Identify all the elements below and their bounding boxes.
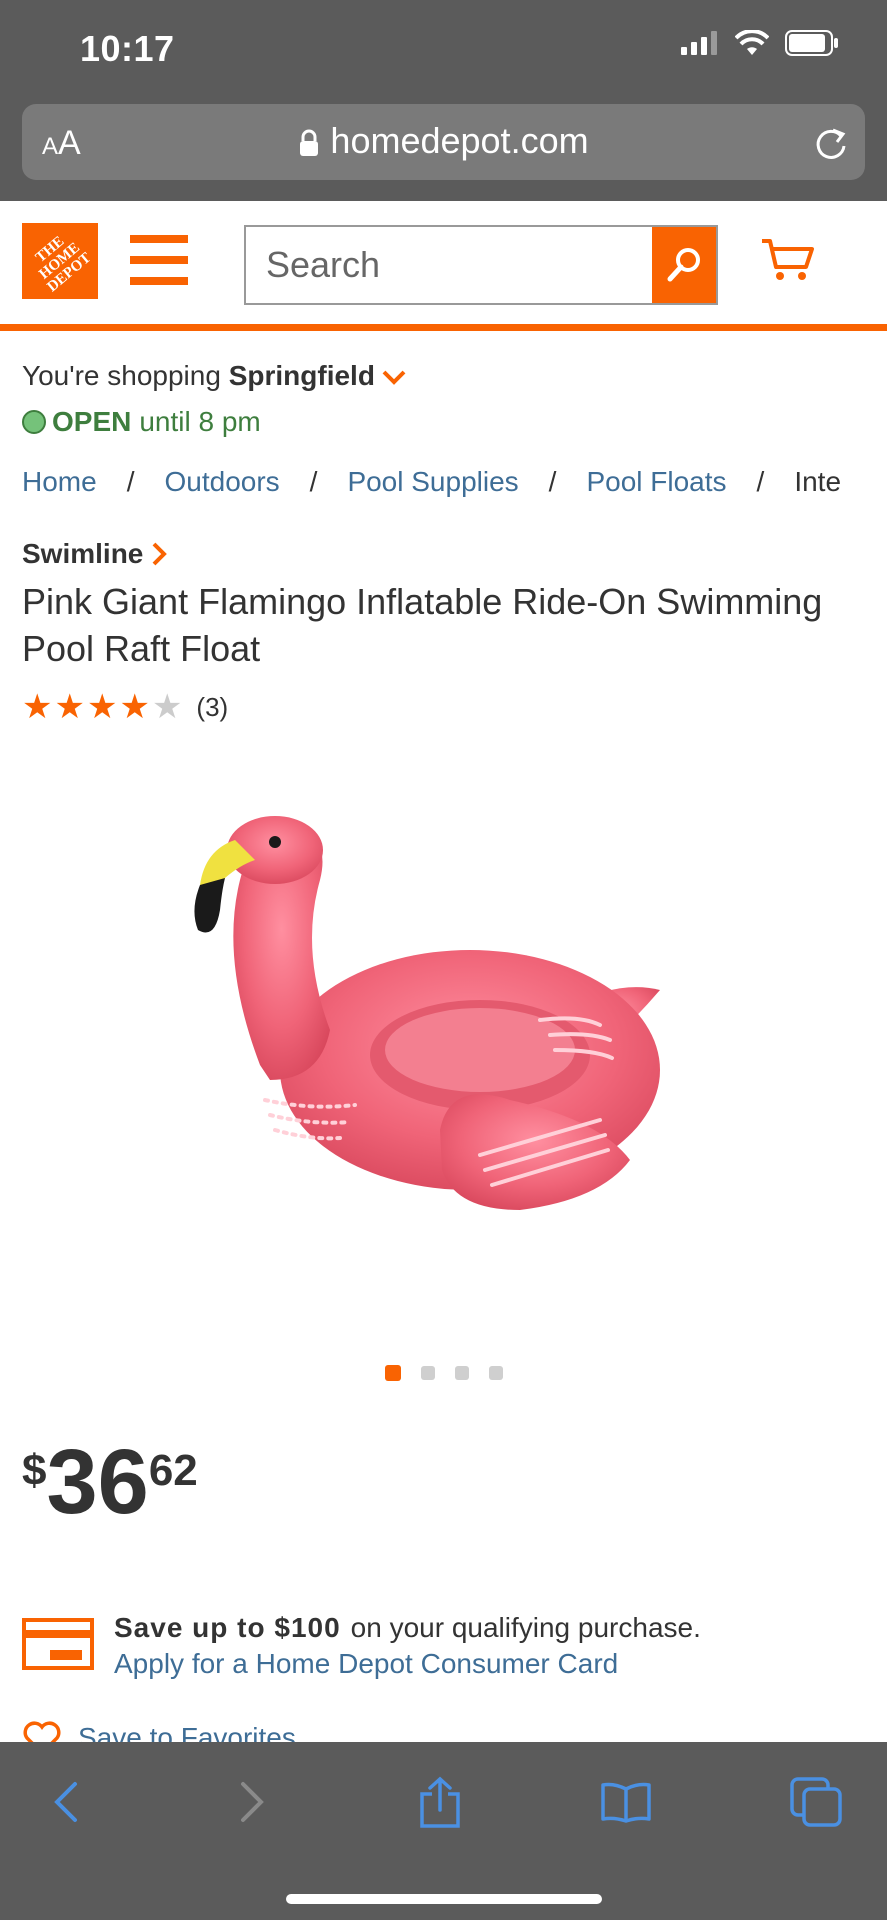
store-hours: OPEN until 8 pm (22, 406, 261, 438)
status-icons (681, 30, 839, 56)
store-hours-text: until 8 pm (139, 406, 261, 437)
home-depot-logo[interactable]: THE HOME DEPOT (22, 223, 98, 299)
wifi-icon (735, 30, 769, 55)
status-time: 10:17 (80, 28, 175, 69)
breadcrumb: Home / Outdoors / Pool Supplies / Pool F… (22, 466, 842, 498)
lock-icon (300, 130, 319, 157)
product-image[interactable] (180, 800, 700, 1270)
cart-icon[interactable] (760, 237, 816, 288)
breadcrumb-pool-floats[interactable]: Pool Floats (586, 466, 726, 498)
carousel-dot[interactable] (384, 1365, 401, 1381)
back-icon[interactable] (36, 1772, 96, 1832)
store-name: Springfield (228, 360, 375, 391)
status-bar: 10:17 (0, 0, 887, 100)
battery-icon (785, 30, 838, 56)
breadcrumb-pool-supplies[interactable]: Pool Supplies (347, 466, 518, 498)
search-icon (667, 248, 700, 282)
open-status-icon (22, 410, 46, 434)
tabs-icon[interactable] (786, 1772, 846, 1832)
reload-icon[interactable] (813, 122, 849, 167)
credit-card-icon (22, 1618, 94, 1670)
browser-toolbar (0, 1742, 887, 1920)
bookmarks-icon[interactable] (596, 1772, 656, 1832)
star-icon: ★ (151, 688, 183, 726)
carousel-dot[interactable] (488, 1366, 503, 1380)
carousel-dot[interactable] (420, 1366, 435, 1380)
chevron-down-icon (382, 370, 406, 385)
home-indicator (286, 1894, 602, 1904)
open-label: OPEN (52, 406, 132, 437)
chevron-right-icon (152, 542, 168, 566)
product-title: Pink Giant Flamingo Inflatable Ride-On S… (22, 581, 823, 669)
search-box (244, 225, 718, 305)
rating-stars: ★ ★ ★ ★ ★ (22, 690, 182, 724)
carousel-dot[interactable] (454, 1366, 469, 1380)
promo-text: Save up to $100 on your qualifying purcha… (114, 1612, 701, 1643)
image-carousel-dots (0, 1365, 887, 1381)
breadcrumb-outdoors[interactable]: Outdoors (164, 466, 279, 498)
star-icon: ★ (54, 688, 85, 726)
url-display[interactable]: homedepot.com (0, 120, 887, 162)
star-icon: ★ (119, 688, 150, 726)
product-price: $ 36 62 (22, 1431, 198, 1533)
url-text: homedepot.com (330, 120, 589, 161)
signal-icon (681, 31, 717, 55)
star-icon: ★ (22, 688, 53, 726)
brand-link[interactable]: Swimline (22, 538, 171, 570)
search-input[interactable] (246, 227, 650, 303)
share-icon[interactable] (410, 1772, 470, 1832)
search-button[interactable] (652, 227, 716, 303)
menu-icon[interactable] (130, 235, 188, 287)
store-selector[interactable]: You're shopping Springfield (22, 360, 407, 392)
review-count[interactable]: (3) (196, 692, 228, 723)
product-rating[interactable]: ★ ★ ★ ★ ★ (3) (22, 690, 228, 724)
forward-icon[interactable] (222, 1772, 282, 1832)
site-header: THE HOME DEPOT (0, 201, 887, 331)
breadcrumb-home[interactable]: Home (22, 466, 97, 498)
breadcrumb-current: Inte (794, 466, 842, 497)
star-icon: ★ (86, 688, 118, 726)
consumer-card-link[interactable]: Apply for a Home Depot Consumer Card (114, 1648, 618, 1680)
